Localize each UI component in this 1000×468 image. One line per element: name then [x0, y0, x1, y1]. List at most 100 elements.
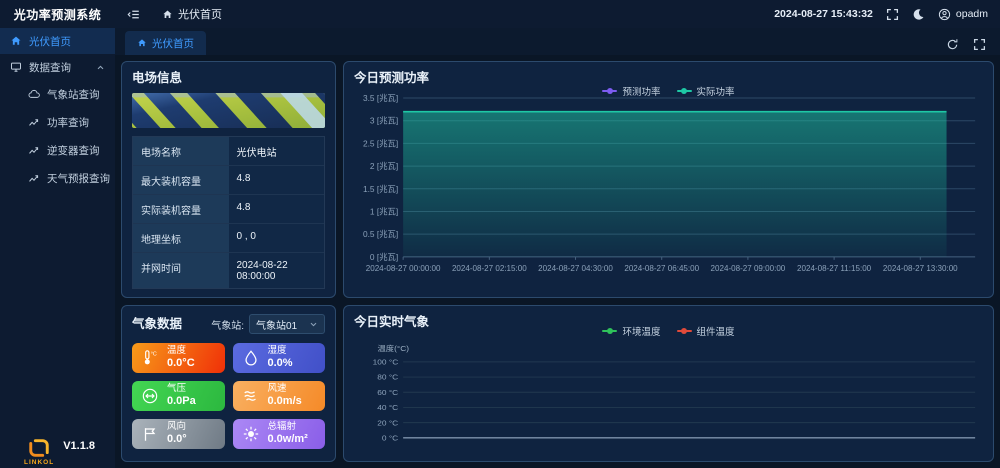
- linkol-logo-icon: [28, 437, 50, 459]
- sidebar-item-weather-forecast-query[interactable]: 天气预报查询: [0, 164, 115, 192]
- legend-item-actual-power[interactable]: 实际功率: [677, 84, 735, 98]
- sun-icon: [242, 425, 260, 443]
- gauge-icon: [141, 387, 159, 405]
- expand-icon[interactable]: [973, 38, 986, 51]
- sidebar-item-label: 逆变器查询: [47, 143, 100, 158]
- row-value: 4.8: [229, 166, 325, 194]
- panel-title: 电场信息: [132, 70, 325, 86]
- power-forecast-chart[interactable]: 0 [兆瓦]0.5 [兆瓦]1 [兆瓦]1.5 [兆瓦]2 [兆瓦]2.5 [兆…: [354, 88, 983, 289]
- tab-pv-home[interactable]: 光伏首页: [125, 31, 206, 55]
- sidebar-item-label: 气象站查询: [47, 87, 100, 102]
- station-select-group: 气象站: 气象站01: [211, 314, 325, 334]
- home-icon: [10, 35, 22, 47]
- legend-marker: [602, 330, 617, 332]
- menu-fold-icon[interactable]: [127, 8, 140, 21]
- username-label: opadm: [956, 8, 988, 20]
- svg-text:80 °C: 80 °C: [377, 373, 398, 382]
- card-value: 0.0w/m²: [268, 433, 308, 446]
- sidebar-item-home[interactable]: 光伏首页: [0, 28, 115, 54]
- card-label: 温度: [167, 346, 195, 357]
- thermometer-icon: °C: [141, 349, 159, 367]
- legend-item-forecast-power[interactable]: 预测功率: [602, 84, 660, 98]
- sidebar-group-label: 数据查询: [29, 60, 71, 75]
- home-icon: [162, 9, 173, 20]
- row-label: 并网时间: [133, 253, 229, 288]
- svg-text:2024-08-27 00:00:00: 2024-08-27 00:00:00: [366, 264, 441, 273]
- weather-card-grid: °C 温度0.0°C 湿度0.0% 气压0.0Pa 风速0.0m/s: [132, 343, 325, 449]
- row-label: 实际装机容量: [133, 195, 229, 223]
- monitor-icon: [10, 61, 22, 73]
- brand-name: LINKOL: [24, 459, 54, 466]
- windsock-icon: [141, 425, 159, 443]
- top-header: 光伏首页 2024-08-27 15:43:32 opadm: [115, 0, 1000, 28]
- sidebar-group-data-query[interactable]: 数据查询: [0, 54, 115, 80]
- table-row: 并网时间 2024-08-22 08:00:00: [133, 253, 324, 288]
- legend-label: 实际功率: [697, 84, 735, 98]
- realtime-weather-chart[interactable]: 温度(°C)100 °C80 °C60 °C40 °C20 °C0 °C: [354, 344, 983, 453]
- breadcrumb-label: 光伏首页: [178, 6, 222, 22]
- header-right: 2024-08-27 15:43:32 opadm: [774, 8, 988, 21]
- legend-label: 组件温度: [697, 324, 735, 338]
- svg-text:°C: °C: [151, 351, 157, 357]
- dashboard-content: 电场信息: [115, 55, 1000, 468]
- svg-text:2024-08-27 09:00:00: 2024-08-27 09:00:00: [711, 264, 786, 273]
- legend-item-module-temp[interactable]: 组件温度: [677, 324, 735, 338]
- card-label: 气压: [167, 384, 196, 395]
- weather-panel-header: 气象数据 气象站: 气象站01: [132, 314, 325, 334]
- weather-card-wind-speed: 风速0.0m/s: [233, 381, 326, 411]
- sidebar: 光功率预测系统 光伏首页 数据查询 气象站查询 功率查询 逆变器查询 天气预报查…: [0, 0, 115, 468]
- refresh-icon[interactable]: [946, 38, 959, 51]
- tabbar-actions: [946, 38, 990, 55]
- sidebar-item-label: 天气预报查询: [47, 171, 110, 186]
- droplet-icon: [242, 349, 260, 367]
- sidebar-item-power-query[interactable]: 功率查询: [0, 108, 115, 136]
- legend-item-ambient-temp[interactable]: 环境温度: [602, 324, 660, 338]
- svg-text:3 [兆瓦]: 3 [兆瓦]: [370, 116, 398, 126]
- sidebar-item-label: 光伏首页: [29, 34, 71, 49]
- user-icon: [938, 8, 951, 21]
- station-select-label: 气象站:: [211, 317, 244, 332]
- sidebar-item-weather-station-query[interactable]: 气象站查询: [0, 80, 115, 108]
- weather-card-pressure: 气压0.0Pa: [132, 381, 225, 411]
- weather-card-temperature: °C 温度0.0°C: [132, 343, 225, 373]
- version-label: V1.1.8: [63, 440, 95, 452]
- table-row: 实际装机容量 4.8: [133, 195, 324, 224]
- row-label: 电场名称: [133, 137, 229, 165]
- main-area: 光伏首页 2024-08-27 15:43:32 opadm 光伏首页: [115, 0, 1000, 468]
- line-chart-icon: [28, 172, 40, 184]
- brand-logo: LINKOL: [24, 437, 54, 466]
- table-row: 地理坐标 0 , 0: [133, 224, 324, 253]
- row-label: 最大装机容量: [133, 166, 229, 194]
- weather-card-wind-direction: 风向0.0°: [132, 419, 225, 449]
- fullscreen-icon[interactable]: [886, 8, 899, 21]
- station-selected-value: 气象站01: [256, 317, 297, 332]
- panel-weather-data: 气象数据 气象站: 气象站01 °C 温度0.0°C: [121, 305, 336, 462]
- card-value: 0.0°: [167, 433, 187, 446]
- station-info-table: 电场名称 光伏电站 最大装机容量 4.8 实际装机容量 4.8 地理坐标 0 ,…: [132, 136, 325, 289]
- svg-text:1.5 [兆瓦]: 1.5 [兆瓦]: [363, 184, 398, 194]
- card-label: 总辐射: [268, 422, 308, 433]
- legend-marker: [677, 90, 692, 92]
- chart-legend: 预测功率 实际功率: [344, 84, 993, 98]
- svg-text:0 °C: 0 °C: [382, 434, 399, 443]
- row-value: 0 , 0: [229, 224, 325, 252]
- legend-marker: [602, 90, 617, 92]
- card-value: 0.0°C: [167, 357, 195, 370]
- user-menu[interactable]: opadm: [938, 8, 988, 21]
- svg-text:2.5 [兆瓦]: 2.5 [兆瓦]: [363, 138, 398, 148]
- sidebar-item-inverter-query[interactable]: 逆变器查询: [0, 136, 115, 164]
- svg-text:温度(°C): 温度(°C): [377, 344, 409, 353]
- row-value: 4.8: [229, 195, 325, 223]
- table-row: 电场名称 光伏电站: [133, 137, 324, 166]
- moon-icon[interactable]: [912, 8, 925, 21]
- svg-text:20 °C: 20 °C: [377, 419, 398, 428]
- svg-text:2 [兆瓦]: 2 [兆瓦]: [370, 161, 398, 171]
- legend-marker: [677, 330, 692, 332]
- card-label: 风向: [167, 422, 187, 433]
- legend-label: 环境温度: [622, 324, 660, 338]
- chevron-down-icon: [309, 320, 318, 329]
- station-select[interactable]: 气象站01: [249, 314, 325, 334]
- solar-farm-photo: [132, 93, 325, 128]
- app-root: 光功率预测系统 光伏首页 数据查询 气象站查询 功率查询 逆变器查询 天气预报查…: [0, 0, 1000, 468]
- svg-text:2024-08-27 04:30:00: 2024-08-27 04:30:00: [538, 264, 613, 273]
